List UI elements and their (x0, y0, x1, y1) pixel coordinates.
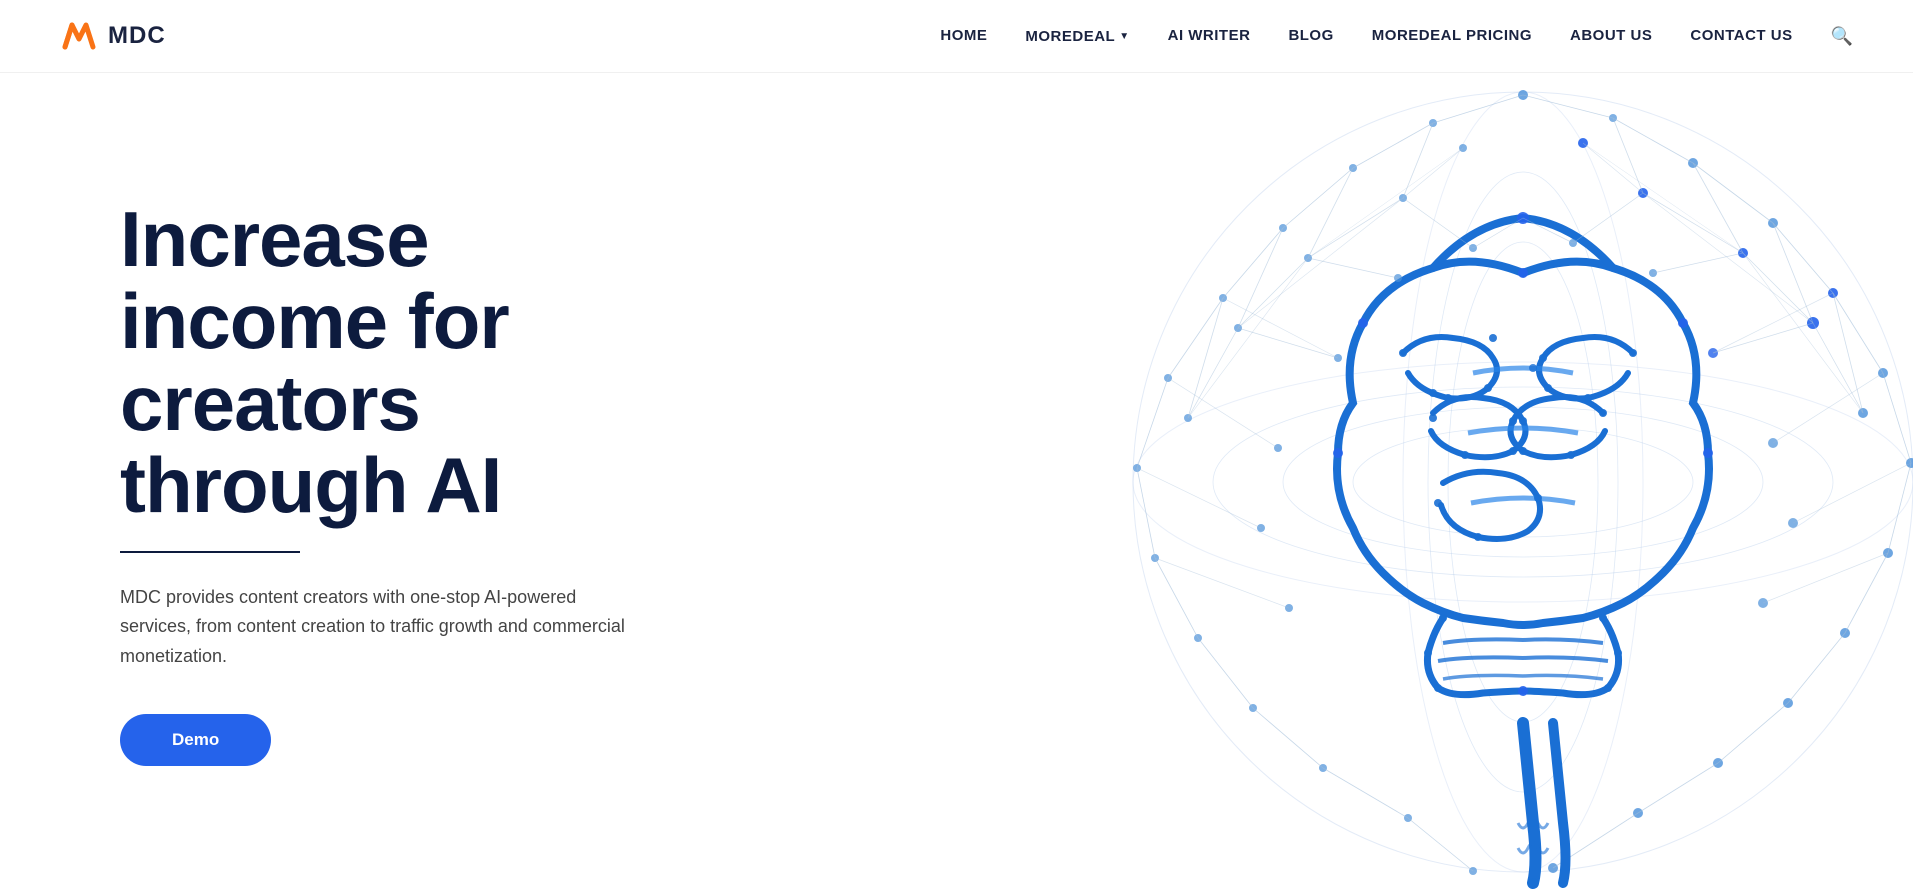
nav-link-blog[interactable]: BLOG (1288, 27, 1333, 44)
brand-name: MDC (108, 22, 166, 50)
hero-image (1073, 73, 1913, 892)
nav-link-ai-writer[interactable]: AI WRITER (1168, 27, 1251, 44)
nav-item-ai-writer[interactable]: AI WRITER (1168, 27, 1251, 45)
hero-section: Increase income for creators through AI … (0, 0, 1913, 892)
nav-item-blog[interactable]: BLOG (1288, 27, 1333, 45)
navbar: MDC HOME MOREDEAL ▼ AI WRITER BLOG MORED… (0, 0, 1913, 73)
chevron-down-icon: ▼ (1119, 31, 1129, 42)
demo-button[interactable]: Demo (120, 714, 271, 766)
logo-icon (60, 17, 98, 55)
hero-title: Increase income for creators through AI (120, 199, 680, 527)
nav-link-moredeal-pricing[interactable]: MOREDEAL PRICING (1372, 27, 1532, 44)
nav-item-contact-us[interactable]: CONTACT US (1690, 27, 1792, 45)
hero-description: MDC provides content creators with one-s… (120, 583, 640, 672)
nav-menu: HOME MOREDEAL ▼ AI WRITER BLOG MOREDEAL … (940, 26, 1853, 47)
nav-item-moredeal-pricing[interactable]: MOREDEAL PRICING (1372, 27, 1532, 45)
nav-search[interactable]: 🔍 (1831, 26, 1853, 47)
nav-link-about-us[interactable]: ABOUT US (1570, 27, 1652, 44)
nav-link-contact-us[interactable]: CONTACT US (1690, 27, 1792, 44)
hero-content: Increase income for creators through AI … (0, 119, 680, 846)
nav-item-about-us[interactable]: ABOUT US (1570, 27, 1652, 45)
hero-divider (120, 551, 300, 553)
nav-link-home[interactable]: HOME (940, 27, 987, 44)
nav-link-moredeal[interactable]: MOREDEAL ▼ (1025, 28, 1129, 45)
nav-item-moredeal[interactable]: MOREDEAL ▼ (1025, 28, 1129, 45)
brain-illustration (1093, 73, 1913, 892)
logo[interactable]: MDC (60, 17, 166, 55)
nav-item-home[interactable]: HOME (940, 27, 987, 45)
search-icon[interactable]: 🔍 (1831, 26, 1853, 46)
